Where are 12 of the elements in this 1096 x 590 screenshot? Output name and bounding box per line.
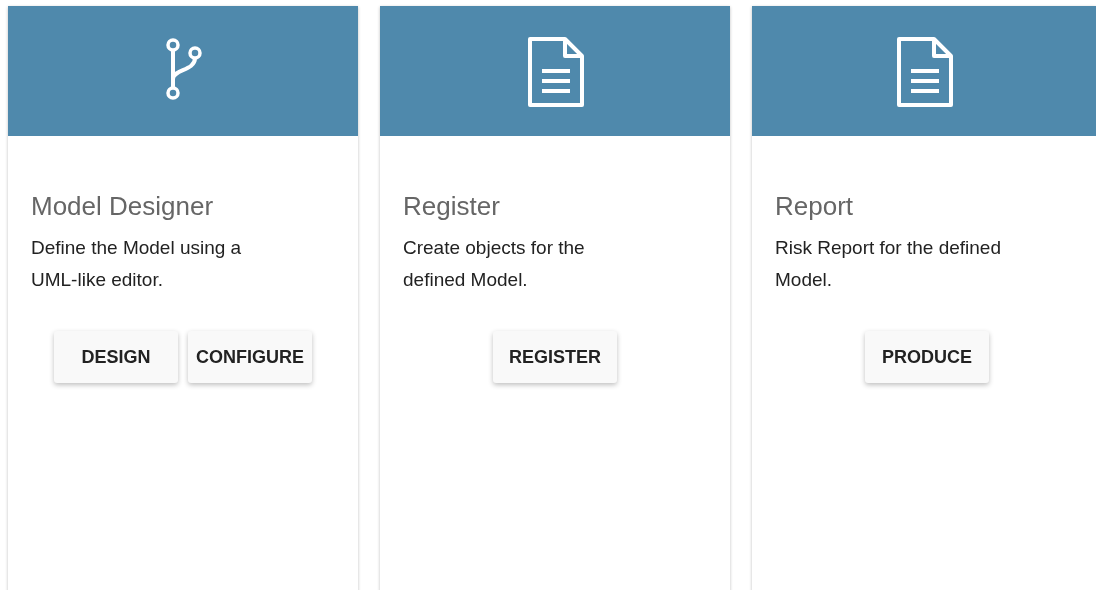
action-button[interactable]: REGISTER <box>493 331 617 383</box>
card-title: Report <box>775 190 855 222</box>
card-description: Create objects for the defined Model. <box>403 236 586 292</box>
card-title: Register <box>403 190 501 222</box>
action-button[interactable]: CONFIGURE <box>188 331 312 383</box>
card-description: Define the Model using a UML-like editor. <box>31 236 243 292</box>
card-title: Model Designer <box>31 190 215 222</box>
document-icon <box>894 37 954 107</box>
card-description: Risk Report for the defined Model. <box>775 236 1002 292</box>
action-button[interactable]: PRODUCE <box>865 331 989 383</box>
document-icon <box>525 37 585 107</box>
action-button[interactable]: DESIGN <box>54 331 178 383</box>
